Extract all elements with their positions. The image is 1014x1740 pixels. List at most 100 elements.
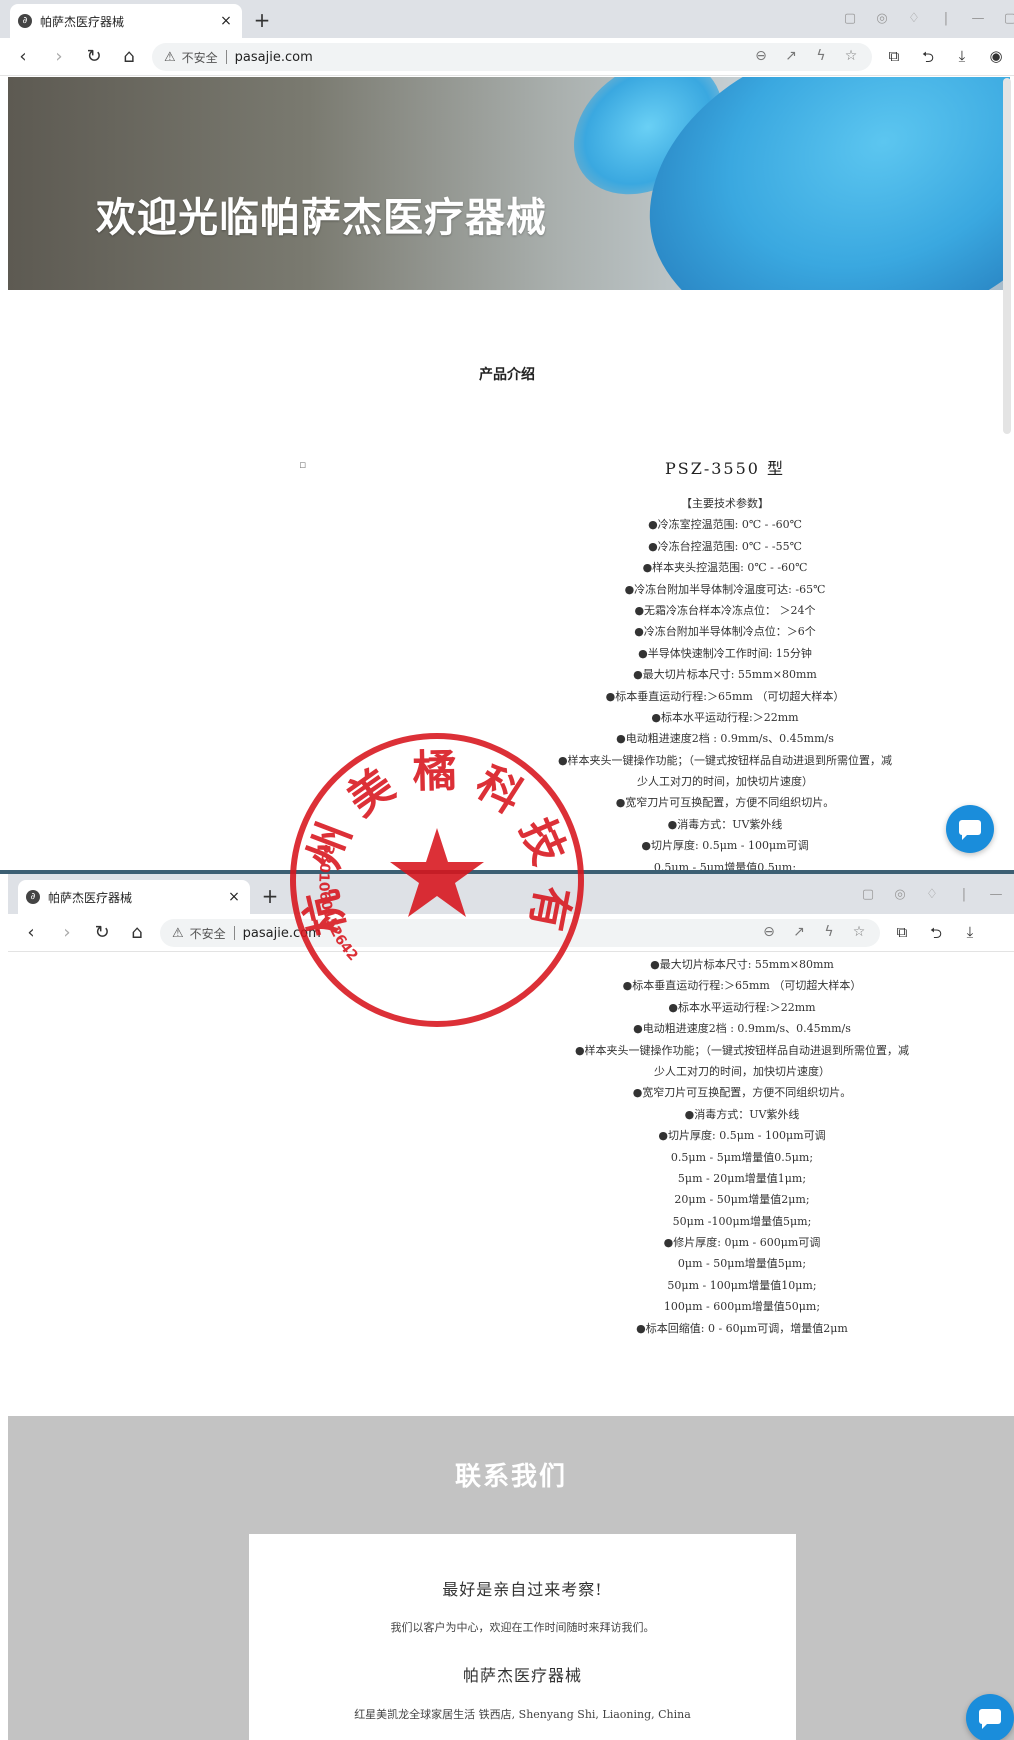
- spec-line: ●宽窄刀片可互换配置，方便不同组织切片。: [632, 1086, 852, 1100]
- company-seal: 杭 州 美 橘 科 技 有 限 公 司 3301060152642: [287, 730, 584, 1027]
- lightning-icon[interactable]: ϟ: [820, 924, 838, 940]
- tab-search-icon[interactable]: ▢: [852, 887, 884, 902]
- tab-strip: ∂ 帕萨杰医疗器械 × + ▢ ◎ ♢ | — ▢: [0, 0, 1014, 38]
- spec-line: 100μm - 600μm增量值50μm;: [663, 1300, 821, 1314]
- share-icon[interactable]: ↗: [782, 48, 800, 64]
- spec-line: 0μm - 50μm增量值5μm;: [677, 1257, 807, 1271]
- spec-line: 少人工对刀的时间，加快切片速度）: [654, 1064, 830, 1078]
- history-back-icon[interactable]: ⮌: [916, 47, 940, 72]
- new-tab-button[interactable]: +: [260, 886, 280, 906]
- reload-icon[interactable]: ↻: [91, 922, 113, 944]
- spec-line: ●无霜冷冻台样本冷冻点位： ＞24个: [634, 603, 816, 617]
- spec-line: ●冷冻台控温范围: 0℃ - -55℃: [648, 539, 802, 553]
- browser-tab[interactable]: ∂ 帕萨杰医疗器械 ×: [18, 880, 250, 914]
- new-tab-button[interactable]: +: [252, 10, 272, 30]
- spec-line: ●标本垂直运动行程:＞65mm （可切超大样本）: [605, 689, 845, 703]
- spec-line: ●修片厚度: 0μm - 600μm可调: [663, 1236, 821, 1250]
- spec-line: ●标本回缩值: 0 - 60μm可调，增量值2μm: [636, 1321, 848, 1335]
- product-model: PSZ-3550 型: [664, 459, 786, 478]
- zoom-out-icon[interactable]: ⊖: [760, 924, 778, 940]
- browser-window-top: ∂ 帕萨杰医疗器械 × + ▢ ◎ ♢ | — ▢ ‹ › ↻ ⌂ ⚠ 不安全 …: [0, 0, 1014, 77]
- spec-line: ●样本夹头一键操作功能；（一键式按钮样品自动进退到所需位置，减: [574, 1043, 910, 1057]
- spec-line: 【主要技术参数】: [681, 497, 769, 510]
- spec-line: ●半导体快速制冷工作时间: 15分钟: [638, 646, 812, 660]
- spec-line: 20μm - 50μm增量值2μm;: [674, 1193, 810, 1207]
- warning-icon: ⚠: [172, 925, 184, 941]
- hero-headline: 欢迎光临帕萨杰医疗器械: [96, 195, 547, 241]
- forward-icon[interactable]: ›: [48, 46, 70, 68]
- company-address: 红星美凯龙全球家居生活 铁西店, Shenyang Shi, Liaoning,…: [354, 1708, 691, 1721]
- home-icon[interactable]: ⌂: [118, 46, 140, 68]
- hero-banner: 欢迎光临帕萨杰医疗器械: [8, 77, 1010, 290]
- zoom-out-icon[interactable]: ⊖: [752, 48, 770, 64]
- address-bar[interactable]: ⚠ 不安全 pasajie.com ⊖ ↗ ϟ ☆: [152, 43, 872, 71]
- forward-icon[interactable]: ›: [56, 922, 78, 944]
- spec-line: ●最大切片标本尺寸: 55mm×80mm: [633, 668, 817, 682]
- shirt-icon[interactable]: ♢: [916, 887, 948, 902]
- spec-line: ●标本水平运动行程:＞22mm: [651, 710, 799, 724]
- minimize-icon[interactable]: —: [962, 11, 994, 26]
- omnibox-separator: [233, 926, 235, 940]
- history-back-icon[interactable]: ⮌: [924, 923, 948, 948]
- download-icon[interactable]: ⤓: [958, 923, 982, 948]
- spec-list: ●最大切片标本尺寸: 55mm×80mm ●标本垂直运动行程:＞65mm （可切超…: [522, 954, 962, 1339]
- site-favicon-icon: ∂: [18, 14, 32, 28]
- spec-line: ●标本垂直运动行程:＞65mm （可切超大样本）: [622, 979, 862, 993]
- shirt-icon[interactable]: ♢: [898, 11, 930, 26]
- browser-tab[interactable]: ∂ 帕萨杰医疗器械 ×: [10, 4, 242, 38]
- spec-line: 50μm - 100μm增量值10μm;: [667, 1278, 817, 1292]
- extensions-icon[interactable]: ⧉: [890, 923, 914, 948]
- visit-text: 我们以客户为中心，欢迎在工作时间随时来拜访我们。: [390, 1621, 655, 1634]
- tab-title: 帕萨杰医疗器械: [48, 890, 133, 905]
- omnibox-actions: ⊖ ↗ ϟ ☆: [752, 48, 860, 64]
- spec-line: ●冷冻台附加半导体制冷温度可达: -65℃: [624, 582, 826, 596]
- window-divider: |: [943, 11, 949, 26]
- tab-close-icon[interactable]: ×: [218, 13, 234, 29]
- visit-heading: 最好是亲自过来考察!: [442, 1580, 603, 1599]
- download-icon[interactable]: ⤓: [950, 47, 974, 72]
- home-icon[interactable]: ⌂: [126, 922, 148, 944]
- minimize-icon[interactable]: —: [980, 887, 1012, 902]
- scrollbar-top[interactable]: [1003, 78, 1011, 434]
- contact-section: 联系我们 最好是亲自过来考察! 我们以客户为中心，欢迎在工作时间随时来拜访我们。…: [8, 1416, 1014, 1740]
- seal-star-icon: [390, 828, 484, 917]
- spec-line: ●冷冻室控温范围: 0℃ - -60℃: [648, 518, 802, 532]
- toolbar-right: ⧉ ⮌ ⤓ ◉: [882, 47, 1008, 72]
- spec-line: 50μm -100μm增量值5μm;: [672, 1214, 812, 1228]
- spec-line: ●样本夹头控温范围: 0℃ - -60℃: [642, 561, 808, 575]
- share-icon[interactable]: ↗: [790, 924, 808, 940]
- spec-line: 5μm - 20μm增量值1μm;: [677, 1171, 807, 1185]
- spec-line: ●消毒方式：UV紫外线: [684, 1107, 800, 1121]
- spec-line: ●标本水平运动行程:＞22mm: [668, 1000, 816, 1014]
- back-icon[interactable]: ‹: [20, 922, 42, 944]
- url-text: pasajie.com: [234, 49, 313, 65]
- omnibox-separator: [225, 50, 227, 64]
- bookmark-star-icon[interactable]: ☆: [850, 924, 868, 940]
- maximize-icon[interactable]: ▢: [994, 11, 1014, 26]
- window-controls: ▢ ◎ ♢ | — ▢: [834, 11, 1014, 26]
- back-icon[interactable]: ‹: [12, 46, 34, 68]
- section-title-products: 产品介绍: [479, 367, 535, 383]
- insecure-label: 不安全: [189, 926, 226, 941]
- spec-line: ●冷冻台附加半导体制冷点位：＞6个: [634, 625, 816, 639]
- bookmark-star-icon[interactable]: ☆: [842, 48, 860, 64]
- chat-button[interactable]: [946, 805, 994, 853]
- incognito-icon[interactable]: ◎: [866, 11, 898, 26]
- chat-button[interactable]: [966, 1694, 1014, 1740]
- tab-search-icon[interactable]: ▢: [834, 11, 866, 26]
- site-favicon-icon: ∂: [26, 890, 40, 904]
- spec-line: ●电动粗进速度2档 : 0.9mm/s、0.45mm/s: [633, 1022, 851, 1036]
- browser-toolbar: ‹ › ↻ ⌂ ⚠ 不安全 pasajie.com ⊖ ↗ ϟ ☆ ⧉ ⮌ ⤓ …: [0, 38, 1014, 76]
- spec-line: ●切片厚度: 0.5μm - 100μm可调: [658, 1129, 826, 1143]
- tab-title: 帕萨杰医疗器械: [40, 14, 125, 29]
- window-controls: ▢ ◎ ♢ | —: [852, 887, 1012, 902]
- spec-line: ●最大切片标本尺寸: 55mm×80mm: [650, 958, 834, 971]
- tab-close-icon[interactable]: ×: [226, 889, 242, 905]
- incognito-icon[interactable]: ◎: [884, 887, 916, 902]
- contact-card: 最好是亲自过来考察! 我们以客户为中心，欢迎在工作时间随时来拜访我们。 帕萨杰医…: [249, 1534, 796, 1740]
- contact-title: 联系我们: [454, 1462, 567, 1492]
- profile-icon[interactable]: ◉: [984, 47, 1008, 72]
- lightning-icon[interactable]: ϟ: [812, 48, 830, 64]
- reload-icon[interactable]: ↻: [83, 46, 105, 68]
- extensions-icon[interactable]: ⧉: [882, 47, 906, 72]
